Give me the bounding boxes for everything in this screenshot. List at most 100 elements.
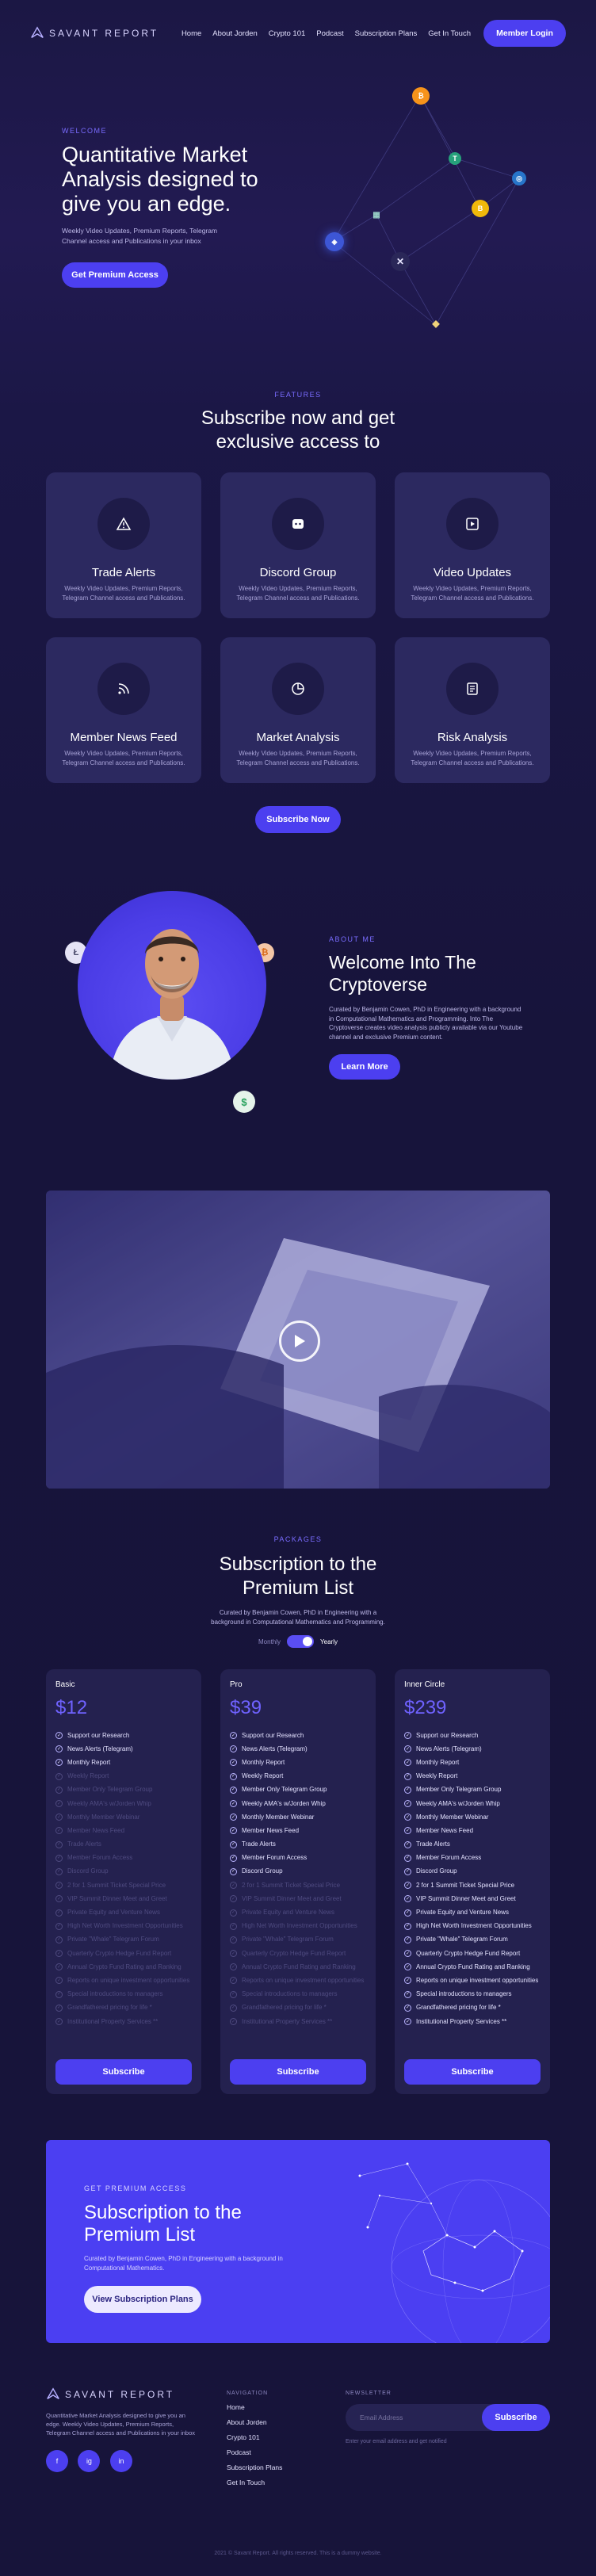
check-circle-icon: ✓ — [230, 2018, 237, 2026]
check-circle-icon: ✓ — [230, 1786, 237, 1794]
get-premium-access-button[interactable]: Get Premium Access — [62, 262, 168, 288]
play-icon[interactable] — [279, 1320, 320, 1362]
logo-text: SAVANT REPORT — [49, 28, 159, 39]
billing-toggle: Monthly Yearly — [0, 1635, 596, 1648]
check-circle-icon: ✓ — [404, 1786, 411, 1794]
report-icon — [446, 663, 499, 715]
plan-feature-item: ✓ Private "Whale" Telegram Forum — [230, 1933, 366, 1947]
footer-link-podcast[interactable]: Podcast — [227, 2448, 346, 2456]
plan-feature-label: Member News Feed — [416, 1826, 474, 1834]
plan-feature-label: Institutional Property Services ** — [67, 2017, 159, 2025]
subscribe-basic-button[interactable]: Subscribe — [55, 2059, 192, 2085]
check-circle-icon: ✓ — [230, 1950, 237, 1958]
footer-link-subscription-plans[interactable]: Subscription Plans — [227, 2463, 346, 2471]
feature-title: Video Updates — [433, 566, 512, 579]
footer-link-about-jorden[interactable]: About Jorden — [227, 2418, 346, 2426]
plan-feature-label: Weekly Report — [416, 1772, 458, 1780]
check-circle-icon: ✓ — [230, 1882, 237, 1890]
plan-feature-item: ✓ Discord Group — [55, 1865, 192, 1878]
plan-feature-label: Weekly AMA's w/Jorden Whip — [242, 1799, 326, 1807]
site-logo[interactable]: SAVANT REPORT — [30, 26, 159, 40]
nav-about-jorden[interactable]: About Jorden — [212, 29, 258, 38]
person-photo-icon — [109, 929, 235, 1080]
plan-feature-label: Annual Crypto Fund Rating and Ranking — [67, 1963, 181, 1970]
plan-feature-item: ✓ Member Only Telegram Group — [404, 1783, 541, 1797]
plan-feature-label: Annual Crypto Fund Rating and Ranking — [416, 1963, 530, 1970]
plan-feature-label: Special introductions to managers — [416, 1990, 512, 1998]
plan-feature-item: ✓ High Net Worth Investment Opportunities — [230, 1920, 366, 1933]
footer-newsletter: NEWSLETTER Subscribe Enter your email ad… — [346, 2391, 550, 2444]
footer-link-crypto-101[interactable]: Crypto 101 — [227, 2433, 346, 2441]
plan-feature-label: Monthly Report — [67, 1758, 111, 1766]
plan-feature-item: ✓ Grandfathered pricing for life * — [55, 2001, 192, 2015]
feature-text: Weekly Video Updates, Premium Reports, T… — [62, 585, 185, 602]
plan-feature-label: Quarterly Crypto Hedge Fund Report — [242, 1949, 346, 1957]
linkedin-icon[interactable]: in — [109, 2450, 132, 2472]
check-circle-icon: ✓ — [404, 1772, 411, 1780]
nav-crypto-101[interactable]: Crypto 101 — [269, 29, 305, 38]
yearly-label[interactable]: Yearly — [320, 1638, 338, 1645]
plan-card-pro: Pro $39 ✓ Support our Research ✓ News Alert… — [220, 1669, 376, 2094]
plan-feature-item: ✓ Private Equity and Venture News — [404, 1905, 541, 1919]
check-circle-icon: ✓ — [404, 1895, 411, 1903]
plan-feature-item: ✓ Member Only Telegram Group — [55, 1783, 192, 1797]
newsletter-heading: NEWSLETTER — [346, 2391, 392, 2396]
plan-feature-item: ✓ Trade Alerts — [55, 1838, 192, 1852]
plan-feature-label: 2 for 1 Summit Ticket Special Price — [67, 1881, 166, 1889]
plan-feature-label: Grandfathered pricing for life * — [242, 2004, 327, 2012]
plan-feature-item: ✓ Weekly Report — [230, 1770, 366, 1783]
plan-feature-item: ✓ Monthly Report — [404, 1756, 541, 1769]
plan-feature-label: News Alerts (Telegram) — [416, 1745, 482, 1752]
plan-feature-item: ✓ Private "Whale" Telegram Forum — [404, 1933, 541, 1947]
feature-card-discord-group: Discord Group Weekly Video Updates, Prem… — [220, 472, 376, 618]
footer-logo[interactable]: SAVANT REPORT — [46, 2387, 197, 2402]
plan-feature-item: ✓ VIP Summit Dinner Meet and Greet — [230, 1892, 366, 1905]
copyright: 2021 © Savant Report. All rights reserve… — [214, 2551, 382, 2556]
check-circle-icon: ✓ — [404, 1990, 411, 1998]
nav-get-in-touch[interactable]: Get In Touch — [428, 29, 471, 38]
footer-navigation: NAVIGATION Home About Jorden Crypto 101 … — [227, 2391, 346, 2486]
plan-feature-label: News Alerts (Telegram) — [242, 1745, 308, 1752]
newsletter-subscribe-button[interactable]: Subscribe — [482, 2404, 550, 2431]
monthly-label[interactable]: Monthly — [258, 1638, 281, 1645]
check-circle-icon: ✓ — [55, 1814, 63, 1821]
plan-feature-label: Quarterly Crypto Hedge Fund Report — [67, 1949, 172, 1957]
email-input[interactable] — [346, 2404, 480, 2431]
footer-link-home[interactable]: Home — [227, 2403, 346, 2411]
hero-text: Weekly Video Updates, Premium Reports, T… — [62, 227, 218, 245]
learn-more-button[interactable]: Learn More — [329, 1054, 400, 1080]
plan-price: $12 — [55, 1697, 88, 1718]
check-circle-icon: ✓ — [55, 1800, 63, 1808]
member-login-button[interactable]: Member Login — [483, 20, 566, 47]
facebook-icon[interactable]: f — [46, 2450, 68, 2472]
plan-feature-label: News Alerts (Telegram) — [67, 1745, 133, 1752]
intro-video[interactable] — [46, 1191, 550, 1489]
pricing-title: Subscription to the Premium List — [219, 1554, 377, 1599]
subscribe-now-button[interactable]: Subscribe Now — [255, 806, 341, 833]
plan-feature-label: Member Forum Access — [416, 1854, 482, 1862]
eth-coin-icon: ◆ — [432, 318, 440, 329]
plan-feature-item: ✓ Trade Alerts — [404, 1838, 541, 1852]
hero-section: WELCOME Quantitative Market Analysis des… — [62, 127, 300, 288]
check-circle-icon: ✓ — [230, 1800, 237, 1808]
plan-feature-label: Member Only Telegram Group — [242, 1786, 327, 1794]
about-eyebrow: ABOUT ME — [329, 935, 376, 943]
plan-feature-label: Member News Feed — [242, 1826, 300, 1834]
billing-switch[interactable] — [287, 1635, 315, 1648]
subscribe-pro-button[interactable]: Subscribe — [230, 2059, 366, 2085]
feature-text: Weekly Video Updates, Premium Reports, T… — [236, 585, 360, 602]
check-circle-icon: ✓ — [55, 1827, 63, 1835]
instagram-icon[interactable]: ig — [78, 2450, 101, 2472]
plan-feature-label: Reports on unique investment opportuniti… — [67, 1976, 190, 1984]
subscribe-inner-circle-button[interactable]: Subscribe — [404, 2059, 541, 2085]
plan-feature-item: ✓ Monthly Report — [230, 1756, 366, 1769]
check-circle-icon: ✓ — [404, 1732, 411, 1740]
view-subscription-plans-button[interactable]: View Subscription Plans — [84, 2286, 201, 2313]
nav-home[interactable]: Home — [181, 29, 201, 38]
plan-feature-label: 2 for 1 Summit Ticket Special Price — [416, 1881, 515, 1889]
footer-link-get-in-touch[interactable]: Get In Touch — [227, 2479, 346, 2486]
plan-feature-label: Monthly Member Webinar — [67, 1813, 140, 1821]
purple-coin-icon: ◈ — [325, 232, 344, 251]
nav-subscription-plans[interactable]: Subscription Plans — [355, 29, 418, 38]
nav-podcast[interactable]: Podcast — [316, 29, 343, 38]
